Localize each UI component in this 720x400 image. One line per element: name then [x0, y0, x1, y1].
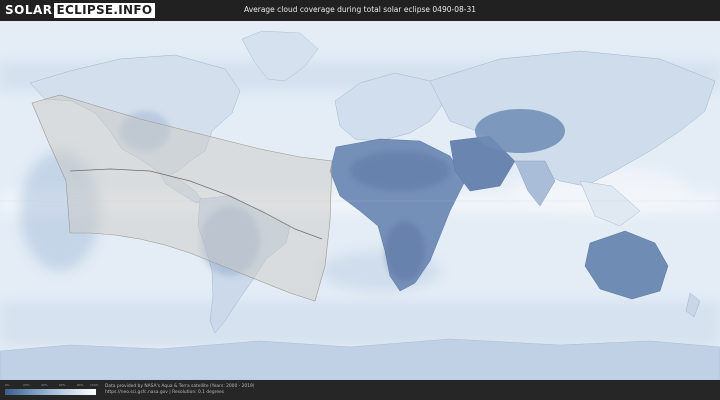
- header-bar: SOLAR ECLIPSE.INFO Average cloud coverag…: [0, 0, 720, 20]
- cloud-coverage-map: [0, 21, 720, 380]
- logo-text-eclipse-info: ECLIPSE.INFO: [53, 2, 156, 18]
- legend-color-scale: [5, 389, 96, 395]
- legend-tick-20: 20%: [23, 383, 30, 387]
- legend-tick-100: 100%: [90, 383, 99, 387]
- page-title: Average cloud coverage during total sola…: [244, 5, 476, 14]
- site-logo[interactable]: SOLAR ECLIPSE.INFO: [5, 2, 156, 18]
- map-canvas: [0, 21, 720, 380]
- legend-tick-40: 40%: [41, 383, 48, 387]
- logo-text-solar: SOLAR: [5, 3, 53, 17]
- footer-bar: 0% 20% 40% 60% 80% 100% Data provided by…: [0, 380, 720, 400]
- data-source-url[interactable]: https://neo.sci.gsfc.nasa.gov | Resoluti…: [105, 390, 224, 395]
- legend-tick-80: 80%: [77, 383, 84, 387]
- page: SOLAR ECLIPSE.INFO Average cloud coverag…: [0, 0, 720, 400]
- data-source-credit: Data provided by NASA's Aqua & Terra sat…: [105, 384, 255, 389]
- clear-sky-region-central-asia: [475, 109, 565, 153]
- legend-tick-0: 0%: [5, 383, 10, 387]
- legend-tick-60: 60%: [59, 383, 66, 387]
